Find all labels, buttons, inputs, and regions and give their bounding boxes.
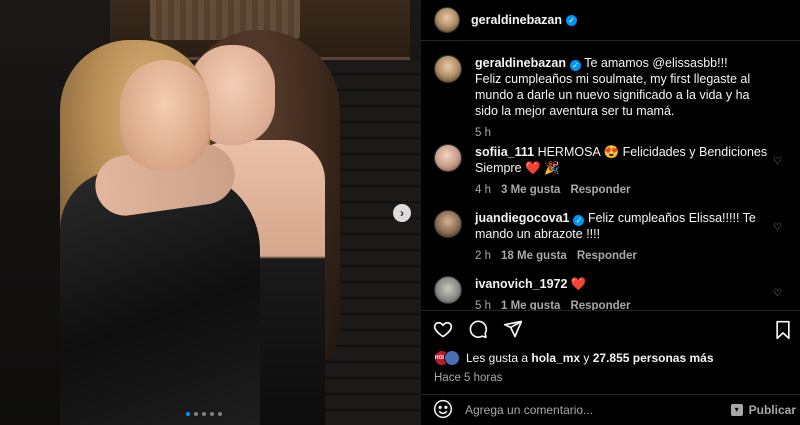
- heart-icon[interactable]: [433, 319, 453, 339]
- likes-prefix: Les gusta a: [466, 351, 532, 365]
- comment-username[interactable]: sofiia_111: [475, 145, 534, 159]
- action-icons: [421, 311, 800, 347]
- caption-body: geraldinebazan ✓ Te amamos @elissasbb!!! …: [475, 55, 775, 141]
- comment: sofiia_111 HERMOSA 😍 Felicidades y Bendi…: [421, 144, 788, 198]
- chevron-right-icon: ›: [400, 206, 404, 220]
- comment-composer: ▾ Publicar: [421, 394, 800, 425]
- likes-text: Les gusta a hola_mx y 27.855 personas má…: [466, 351, 714, 365]
- post-actions: HOLA Les gusta a hola_mx y 27.855 person…: [421, 310, 800, 387]
- comment-meta: 4 h 3 Me gusta Responder: [475, 182, 775, 198]
- carousel-dot: [194, 412, 198, 416]
- photo-person-left-face: [120, 60, 210, 170]
- comment-icon[interactable]: [468, 319, 488, 339]
- comment-input[interactable]: [465, 403, 731, 417]
- caption-meta: 5 h: [475, 125, 775, 141]
- caption-time[interactable]: 5 h: [475, 125, 491, 141]
- verified-badge-icon: ✓: [573, 215, 585, 226]
- comment-likes[interactable]: 1 Me gusta: [501, 298, 560, 310]
- author-username[interactable]: geraldinebazan: [471, 13, 562, 27]
- caption-mention-line: Te amamos @elissasbb!!!: [584, 56, 728, 70]
- likes-first-user[interactable]: hola_mx: [531, 351, 580, 365]
- comment-time[interactable]: 4 h: [475, 182, 491, 198]
- comment-likes[interactable]: 18 Me gusta: [501, 248, 567, 264]
- reply-button[interactable]: Responder: [570, 182, 630, 198]
- sticker-icon[interactable]: ▾: [730, 404, 743, 416]
- carousel-dot: [218, 412, 222, 416]
- caption: geraldinebazan ✓ Te amamos @elissasbb!!! …: [421, 42, 800, 141]
- commenter-avatar[interactable]: [434, 276, 462, 304]
- comment-time[interactable]: 5 h: [475, 298, 491, 310]
- likes-summary[interactable]: HOLA Les gusta a hola_mx y 27.855 person…: [421, 347, 800, 369]
- emoji-icon[interactable]: [433, 399, 453, 422]
- comment-body: ivanovich_1972 ❤️ 5 h 1 Me gusta Respond…: [475, 276, 775, 310]
- commenter-avatar[interactable]: [434, 144, 462, 172]
- comments-list: geraldinebazan ✓ Te amamos @elissasbb!!! …: [421, 42, 800, 310]
- comment-like-heart-icon[interactable]: ♡: [773, 156, 782, 167]
- carousel-dot: [186, 412, 190, 416]
- caption-author-avatar[interactable]: [434, 55, 462, 83]
- publish-button[interactable]: Publicar: [749, 403, 796, 417]
- post-side-panel: geraldinebazan ✓ geraldinebazan ✓ Te amam…: [421, 0, 800, 425]
- author-avatar[interactable]: [434, 7, 460, 33]
- comment: ivanovich_1972 ❤️ 5 h 1 Me gusta Respond…: [421, 276, 788, 310]
- verified-badge-icon: ✓: [566, 14, 577, 26]
- likes-middle: y: [580, 351, 593, 365]
- share-icon[interactable]: [503, 319, 523, 339]
- reply-button[interactable]: Responder: [577, 248, 637, 264]
- comment-time[interactable]: 2 h: [475, 248, 491, 264]
- comment-body: sofiia_111 HERMOSA 😍 Felicidades y Bendi…: [475, 144, 775, 198]
- carousel-dot: [202, 412, 206, 416]
- liker-avatar: [444, 350, 460, 366]
- post-header: geraldinebazan ✓: [421, 0, 800, 41]
- comment-username[interactable]: ivanovich_1972: [475, 277, 567, 291]
- comment-text: ❤️: [570, 277, 587, 291]
- comment-meta: 2 h 18 Me gusta Responder: [475, 248, 775, 264]
- comment-meta: 5 h 1 Me gusta Responder: [475, 298, 775, 310]
- caption-author[interactable]: geraldinebazan: [475, 56, 566, 70]
- comment: juandiegocova1 ✓ Feliz cumpleaños Elissa!…: [421, 210, 788, 264]
- bookmark-icon[interactable]: [774, 320, 792, 343]
- comment-like-heart-icon[interactable]: ♡: [773, 222, 782, 233]
- comment-likes[interactable]: 3 Me gusta: [501, 182, 560, 198]
- reply-button[interactable]: Responder: [570, 298, 630, 310]
- carousel-next-button[interactable]: ›: [393, 204, 411, 222]
- verified-badge-icon: ✓: [570, 60, 581, 71]
- likes-others[interactable]: 27.855 personas más: [593, 351, 714, 365]
- post-photo[interactable]: ›: [0, 0, 421, 425]
- comment-username[interactable]: juandiegocova1: [475, 211, 569, 225]
- carousel-dot: [210, 412, 214, 416]
- comment-like-heart-icon[interactable]: ♡: [773, 288, 782, 299]
- post-time-ago[interactable]: Hace 5 horas: [421, 369, 800, 387]
- comment-body: juandiegocova1 ✓ Feliz cumpleaños Elissa!…: [475, 210, 775, 264]
- carousel-dots: [186, 412, 222, 416]
- commenter-avatar[interactable]: [434, 210, 462, 238]
- caption-text: Feliz cumpleaños mi soulmate, my first l…: [475, 72, 751, 118]
